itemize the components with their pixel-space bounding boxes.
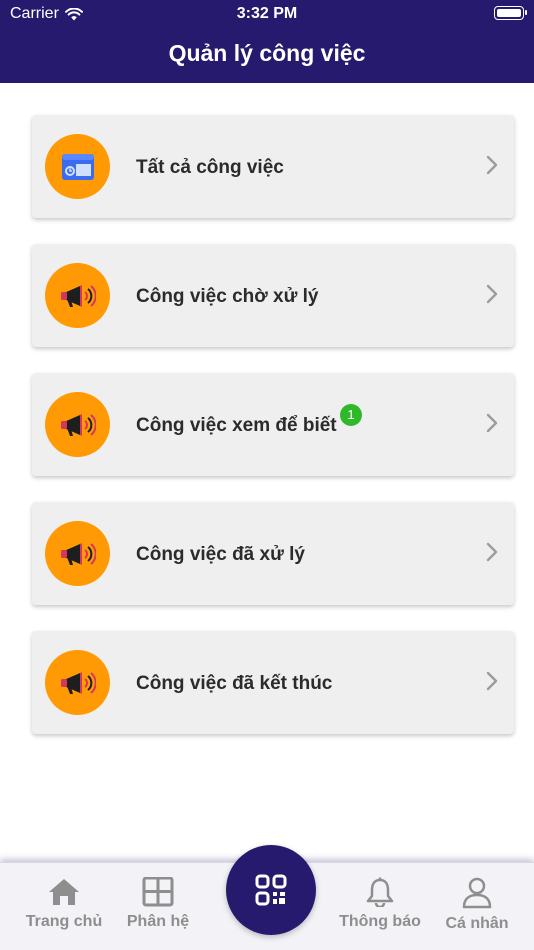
chevron-right-icon [486,413,498,433]
qr-code-icon [255,874,287,906]
tab-modules[interactable]: Phân hệ [108,877,208,931]
status-bar: Carrier 3:32 PM [0,0,534,28]
home-icon [49,879,79,905]
tab-label: Thông báo [339,913,421,930]
megaphone-icon [45,263,110,328]
notification-badge: 1 [340,404,362,426]
list-item-fyi-tasks[interactable]: Công việc xem để biết 1 [32,373,514,476]
chevron-right-icon [486,671,498,691]
chevron-right-icon [486,284,498,304]
grid-icon [142,877,174,907]
item-label: Tất cả công việc [136,157,284,178]
list-item-finished-tasks[interactable]: Công việc đã kết thúc [32,631,514,734]
chevron-right-icon [486,542,498,562]
status-time: 3:32 PM [236,5,298,22]
item-label: Công việc đã kết thúc [136,673,333,694]
battery-icon [494,6,527,20]
task-category-list: Tất cả công việc Công việc chờ xử lý Côn… [32,115,514,760]
tab-label: Trang chủ [25,913,103,930]
megaphone-icon [45,392,110,457]
chevron-right-icon [486,155,498,175]
list-item-all-tasks[interactable]: Tất cả công việc [32,115,514,218]
tab-profile[interactable]: Cá nhân [427,877,527,933]
page-title: Quản lý công việc [168,40,366,66]
tab-label: Phân hệ [126,913,190,930]
list-item-processed-tasks[interactable]: Công việc đã xử lý [32,502,514,605]
app-header: Carrier 3:32 PM Quản lý công việc [0,0,534,83]
tab-notifications[interactable]: Thông báo [330,877,430,931]
bell-icon [366,877,394,907]
user-icon [462,877,492,909]
tab-home[interactable]: Trang chủ [14,877,114,931]
item-label: Công việc chờ xử lý [136,286,319,307]
calendar-window-icon [45,134,110,199]
item-label: Công việc đã xử lý [136,544,305,565]
tab-label: Cá nhân [445,915,509,932]
list-item-pending-tasks[interactable]: Công việc chờ xử lý [32,244,514,347]
item-label: Công việc xem để biết [136,415,337,436]
megaphone-icon [45,650,110,715]
megaphone-icon [45,521,110,586]
qr-scan-button[interactable] [226,845,316,935]
